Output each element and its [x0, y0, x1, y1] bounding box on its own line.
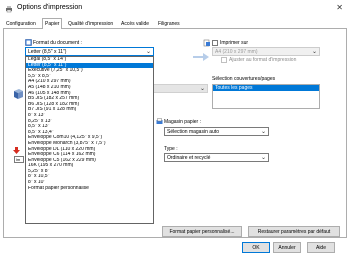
chevron-down-icon: ⌄ [260, 129, 266, 135]
red-arrow-icon [13, 147, 20, 154]
title-bar: Options d'impression ✕ [0, 0, 350, 18]
type-select[interactable]: Ordinaire et recyclé ⌄ [164, 153, 269, 162]
print-on-checkbox[interactable] [212, 40, 218, 46]
source-select[interactable]: Sélection magasin auto ⌄ [164, 127, 269, 136]
help-button[interactable]: Aide [307, 242, 335, 253]
paper-format-icon [25, 39, 32, 46]
print-on-icon [203, 39, 210, 47]
format-label: Format du document : [33, 40, 82, 46]
print-on-value: A4 (210 x 297 mm) [215, 49, 258, 55]
covers-label: Sélection couvertures/pages [212, 76, 276, 82]
format-option[interactable]: Format papier personnalisé [26, 186, 153, 192]
format-dropdown-list[interactable]: Legal (8,5" x 14") Letter (8,5" x 11") Exe… [25, 56, 154, 224]
window-title: Options d'impression [17, 4, 83, 11]
type-label: Type : [164, 146, 178, 152]
source-label: Magasin papier : [164, 119, 201, 125]
orientation-select[interactable]: ⌄ [150, 84, 208, 93]
fit-to-page-checkbox[interactable] [221, 57, 227, 63]
chevron-down-icon: ⌄ [145, 49, 151, 55]
custom-size-button[interactable]: Format papier personnalisé... [162, 226, 242, 237]
fit-to-page-label: Ajuster au format d'impression [229, 57, 297, 63]
arrow-right-icon [193, 53, 209, 61]
format-select-value: Letter (8,5" x 11") [28, 49, 67, 55]
covers-list[interactable]: Toutes les pages [212, 84, 320, 109]
printer-app-icon [6, 6, 12, 13]
chevron-down-icon: ⌄ [260, 155, 266, 161]
ok-button[interactable]: OK [242, 242, 270, 253]
cancel-button[interactable]: Annuler [273, 242, 301, 253]
print-on-select[interactable]: A4 (210 x 297 mm) ⌄ [212, 47, 320, 56]
source-value: Sélection magasin auto [167, 129, 219, 135]
tab-papier[interactable]: Papier [42, 18, 63, 29]
orientation-box: lm [14, 156, 24, 163]
chevron-down-icon: ⌄ [199, 86, 205, 92]
paper-preview-icon [14, 89, 23, 99]
restore-defaults-button[interactable]: Restaurer paramètres par défaut [248, 226, 340, 237]
format-select[interactable]: Letter (8,5" x 11") ⌄ [25, 47, 154, 56]
close-icon[interactable]: ✕ [336, 3, 343, 12]
print-on-label: Imprimer sur [220, 40, 249, 46]
chevron-down-icon: ⌄ [311, 49, 317, 55]
type-value: Ordinaire et recyclé [167, 155, 211, 161]
covers-item[interactable]: Toutes les pages [213, 85, 319, 91]
paper-tray-icon [156, 118, 163, 124]
